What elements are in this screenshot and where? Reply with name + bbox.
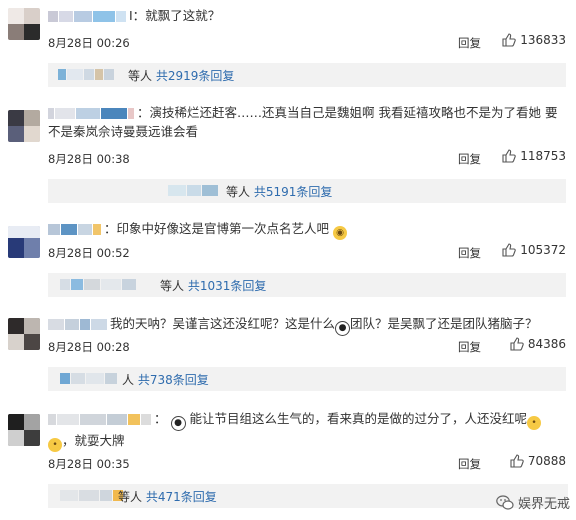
thumbs-up-icon [502, 243, 516, 257]
like-button[interactable]: 84386 [510, 337, 566, 351]
sad-emoji-icon: • [527, 416, 541, 430]
replies-summary[interactable]: 等人 共2919条回复 [48, 63, 566, 87]
comment-text: ： ● 能让节目组这么生气的，看来真的是做的过分了，人还没红呢 • • ，就耍大牌 [48, 409, 562, 452]
replies-summary[interactable]: 等人 共471条回复 [48, 484, 568, 508]
like-count: 105372 [520, 243, 566, 257]
comment-text: ：印象中好像这是官博第一次点名艺人吧 ◉ [48, 219, 562, 240]
like-count: 70888 [527, 454, 566, 468]
avatar[interactable] [8, 8, 40, 40]
panda-emoji-icon: ● [170, 416, 186, 431]
replies-count-link[interactable]: 共471条回复 [146, 490, 217, 504]
avatar[interactable] [8, 318, 40, 350]
watermark-text: 娱界无戒 [517, 497, 570, 512]
avatar[interactable] [8, 226, 40, 258]
like-count: 84386 [527, 337, 566, 351]
comment-meta: 8月28日 00:28 回复 84386 [48, 337, 566, 357]
avatar[interactable] [8, 110, 40, 142]
comment-text: ：我的天呐？吴谨言这还没红呢？这是什么●团队？是吴飘了还是团队猪脑子？ [48, 314, 562, 336]
timestamp: 8月28日 00:38 [48, 152, 130, 166]
replies-summary[interactable]: 人 共738条回复 [48, 367, 566, 391]
reply-button[interactable]: 回复 [458, 245, 481, 261]
comment-meta: 8月28日 00:52 回复 105372 [48, 243, 566, 263]
watermark: 娱界无戒 [496, 493, 570, 512]
thumbs-up-icon [502, 149, 516, 163]
replies-count-link[interactable]: 共2919条回复 [156, 69, 235, 83]
like-count: 136833 [520, 33, 566, 47]
comment-meta: 8月28日 00:38 回复 118753 [48, 149, 566, 169]
replies-who: 人 [122, 373, 135, 387]
thumbs-up-icon [510, 454, 524, 468]
comment-meta: 8月28日 00:35 回复 70888 [48, 454, 566, 474]
username-blurred[interactable] [48, 319, 108, 330]
replies-who: 等人 [118, 490, 143, 504]
replies-count-link[interactable]: 共5191条回复 [254, 185, 333, 199]
wechat-logo-icon [496, 494, 514, 510]
username-blurred[interactable] [48, 414, 152, 425]
replies-count-link[interactable]: 共738条回复 [138, 373, 209, 387]
reply-button[interactable]: 回复 [458, 456, 481, 472]
thumbs-up-icon [502, 33, 516, 47]
thumbs-up-icon [510, 337, 524, 351]
comment-text: Ⅰ：就飘了这就？ [48, 6, 562, 25]
timestamp: 8月28日 00:28 [48, 340, 130, 354]
like-button[interactable]: 105372 [502, 243, 566, 257]
replier-avatars-blurred [60, 373, 118, 384]
reply-button[interactable]: 回复 [458, 151, 481, 167]
replies-summary[interactable]: 等人 共5191条回复 [48, 179, 566, 203]
comment-meta: 8月28日 00:26 回复 136833 [48, 33, 566, 53]
username-suffix: Ⅰ： [129, 8, 146, 23]
replies-who: 等人 [128, 69, 153, 83]
reply-button[interactable]: 回复 [458, 35, 481, 51]
surprised-emoji-icon: ◉ [333, 226, 348, 240]
comment-text: ：演技稀烂还赶客……还真当自己是魏姐啊 我看延禧攻略也不是为了看她 要不是秦岚佘… [48, 105, 558, 139]
username-suffix: ： [154, 411, 167, 426]
timestamp: 8月28日 00:26 [48, 36, 130, 50]
username-blurred[interactable] [48, 224, 102, 235]
timestamp: 8月28日 00:35 [48, 457, 130, 471]
username-blurred[interactable] [48, 11, 127, 22]
replier-avatars-blurred [60, 490, 124, 501]
username-blurred[interactable] [48, 108, 135, 119]
sweat-emoji-icon: • [48, 438, 62, 452]
like-button[interactable]: 70888 [510, 454, 566, 468]
username-suffix: ： [104, 221, 117, 236]
replies-who: 等人 [226, 185, 251, 199]
timestamp: 8月28日 00:52 [48, 246, 130, 260]
replies-summary[interactable]: 等人 共1031条回复 [48, 273, 566, 297]
like-button[interactable]: 136833 [502, 33, 566, 47]
reply-button[interactable]: 回复 [458, 339, 481, 355]
username-suffix: ： [137, 105, 150, 120]
replier-avatars-blurred [60, 279, 137, 290]
replies-who: 等人 [160, 279, 185, 293]
like-button[interactable]: 118753 [502, 149, 566, 163]
replier-avatars-blurred [168, 185, 219, 196]
avatar[interactable] [8, 414, 40, 446]
panda-emoji-icon: ● [335, 321, 351, 336]
like-count: 118753 [520, 149, 566, 163]
replier-avatars-blurred [58, 69, 115, 80]
replies-count-link[interactable]: 共1031条回复 [188, 279, 267, 293]
